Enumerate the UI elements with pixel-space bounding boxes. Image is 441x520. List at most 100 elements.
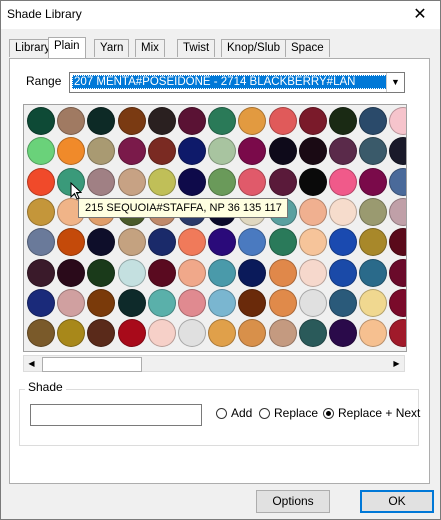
radio-replace-next-circle[interactable]	[323, 407, 334, 419]
color-swatch[interactable]	[238, 167, 267, 196]
color-swatch[interactable]	[208, 107, 237, 135]
color-swatch[interactable]	[208, 167, 237, 196]
color-swatch[interactable]	[238, 137, 267, 166]
color-swatch[interactable]	[238, 319, 267, 348]
color-swatch[interactable]	[147, 228, 176, 257]
color-swatch[interactable]	[389, 319, 406, 348]
color-swatch[interactable]	[27, 319, 55, 348]
color-swatch[interactable]	[87, 167, 116, 196]
color-swatch[interactable]	[298, 228, 327, 257]
color-swatch[interactable]	[359, 288, 388, 317]
color-swatch[interactable]	[147, 107, 176, 135]
radio-replace-circle[interactable]	[259, 407, 270, 419]
color-swatch[interactable]	[329, 258, 357, 287]
color-swatch[interactable]	[57, 288, 86, 317]
tab-knop-slub[interactable]: Knop/Slub	[221, 39, 287, 57]
color-swatch[interactable]	[178, 319, 206, 348]
options-button[interactable]: Options	[256, 490, 330, 513]
shade-input[interactable]	[30, 404, 202, 426]
color-swatch[interactable]	[298, 197, 327, 226]
color-swatch[interactable]	[359, 167, 388, 196]
color-swatch[interactable]	[329, 228, 357, 257]
color-swatch[interactable]	[238, 228, 267, 257]
color-swatch[interactable]	[117, 258, 146, 287]
color-swatch[interactable]	[57, 107, 86, 135]
color-swatch[interactable]	[27, 197, 55, 226]
color-swatch[interactable]	[238, 288, 267, 317]
color-swatch[interactable]	[208, 319, 237, 348]
horizontal-scrollbar[interactable]: ◀ ▶	[23, 355, 405, 372]
color-swatch[interactable]	[87, 258, 116, 287]
color-swatch[interactable]	[27, 137, 55, 166]
color-swatch[interactable]	[268, 228, 297, 257]
radio-add-circle[interactable]	[216, 407, 227, 419]
color-swatch[interactable]	[329, 107, 357, 135]
color-swatch[interactable]	[57, 319, 86, 348]
color-swatch[interactable]	[268, 137, 297, 166]
color-swatch[interactable]	[329, 288, 357, 317]
scrollbar-thumb[interactable]	[42, 357, 142, 372]
color-swatch[interactable]	[359, 228, 388, 257]
color-swatch[interactable]	[389, 137, 406, 166]
color-swatch[interactable]	[238, 258, 267, 287]
color-swatch[interactable]	[117, 167, 146, 196]
color-swatch[interactable]	[27, 167, 55, 196]
color-swatch[interactable]	[178, 288, 206, 317]
tab-twist[interactable]: Twist	[177, 39, 216, 57]
color-swatch[interactable]	[57, 228, 86, 257]
color-swatch[interactable]	[359, 319, 388, 348]
color-swatch[interactable]	[208, 288, 237, 317]
color-swatch[interactable]	[178, 258, 206, 287]
color-swatch[interactable]	[298, 258, 327, 287]
color-swatch[interactable]	[147, 258, 176, 287]
color-swatch[interactable]	[27, 288, 55, 317]
radio-replace-next[interactable]: Replace + Next	[323, 406, 420, 420]
color-swatch[interactable]	[329, 167, 357, 196]
color-swatch[interactable]	[117, 137, 146, 166]
color-swatch[interactable]	[389, 228, 406, 257]
tab-plain[interactable]: Plain	[48, 37, 86, 58]
tab-space-dyed[interactable]: Space Dyed	[285, 39, 330, 71]
color-swatch[interactable]	[87, 288, 116, 317]
color-swatch[interactable]	[178, 167, 206, 196]
radio-replace[interactable]: Replace	[259, 406, 318, 420]
color-swatch[interactable]	[268, 167, 297, 196]
range-select[interactable]: 207 MENTA#POSEIDONE - 2714 BLACKBERRY#LA…	[69, 72, 405, 93]
color-swatch[interactable]	[147, 319, 176, 348]
color-swatch[interactable]	[208, 258, 237, 287]
color-swatch[interactable]	[87, 137, 116, 166]
color-swatch[interactable]	[389, 197, 406, 226]
color-swatch[interactable]	[117, 319, 146, 348]
color-swatch[interactable]	[359, 258, 388, 287]
color-swatch[interactable]	[298, 288, 327, 317]
color-swatch[interactable]	[57, 137, 86, 166]
color-swatch[interactable]	[178, 137, 206, 166]
tab-mix[interactable]: Mix	[135, 39, 165, 57]
radio-add[interactable]: Add	[216, 406, 252, 420]
color-swatch[interactable]	[117, 107, 146, 135]
color-swatch[interactable]	[359, 137, 388, 166]
color-swatch[interactable]	[117, 228, 146, 257]
color-swatch[interactable]	[147, 288, 176, 317]
color-swatch[interactable]	[389, 258, 406, 287]
color-swatch[interactable]	[87, 228, 116, 257]
color-swatch[interactable]	[238, 107, 267, 135]
color-swatch[interactable]	[27, 107, 55, 135]
chevron-down-icon[interactable]: ▼	[386, 73, 404, 92]
color-swatch[interactable]	[389, 288, 406, 317]
color-swatch[interactable]	[178, 228, 206, 257]
color-swatch[interactable]	[27, 258, 55, 287]
color-swatch[interactable]	[268, 258, 297, 287]
color-swatch[interactable]	[298, 167, 327, 196]
color-swatch[interactable]	[147, 137, 176, 166]
color-swatch[interactable]	[27, 228, 55, 257]
color-swatch[interactable]	[389, 167, 406, 196]
scroll-left-icon[interactable]: ◀	[24, 356, 39, 371]
color-swatch[interactable]	[329, 319, 357, 348]
color-swatch[interactable]	[87, 107, 116, 135]
color-swatch[interactable]	[208, 228, 237, 257]
color-swatch[interactable]	[359, 197, 388, 226]
color-swatch[interactable]	[329, 137, 357, 166]
color-swatch[interactable]	[147, 167, 176, 196]
color-swatch[interactable]	[208, 137, 237, 166]
